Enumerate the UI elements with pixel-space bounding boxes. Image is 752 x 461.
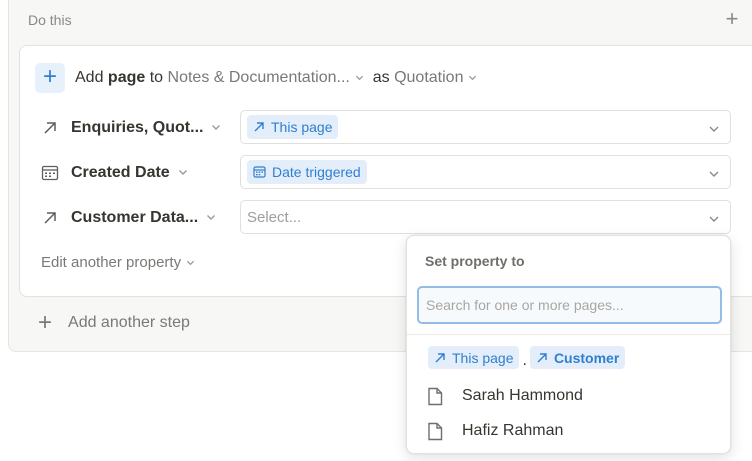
section-title: Do this — [28, 12, 72, 28]
template-name: Quotation — [394, 69, 464, 86]
property-value-customer-data[interactable]: Select... — [240, 200, 731, 234]
action-object: page — [107, 69, 146, 86]
arrow-up-right-icon — [536, 352, 548, 364]
template-select[interactable]: Quotation — [394, 69, 477, 87]
chip-label: This page — [452, 349, 514, 366]
chevron-down-icon — [186, 258, 195, 267]
relation-arrow-icon — [40, 118, 60, 138]
property-value-enquiries[interactable]: This page — [240, 110, 731, 144]
page-option[interactable]: Sarah Hammond — [427, 384, 583, 408]
popup-title: Set property to — [425, 253, 525, 269]
property-path: This page . Customer — [428, 346, 626, 369]
page-icon — [427, 422, 445, 441]
page-option[interactable]: Hafiz Rahman — [427, 419, 563, 443]
property-row-created-date[interactable]: Created Date — [40, 156, 188, 190]
plus-icon[interactable]: + — [35, 63, 65, 93]
chip-label: Date triggered — [272, 164, 361, 180]
calendar-icon — [40, 163, 60, 183]
date-triggered-chip: Date triggered — [247, 160, 367, 184]
this-page-chip: This page — [247, 115, 339, 139]
customer-chip[interactable]: Customer — [529, 346, 626, 369]
chip-label: This page — [271, 119, 333, 135]
path-separator: . — [522, 352, 527, 369]
select-placeholder: Select... — [247, 208, 302, 226]
page-option-label: Sarah Hammond — [462, 387, 583, 404]
page-search-input[interactable] — [417, 286, 722, 324]
add-action-icon[interactable]: + — [722, 8, 742, 30]
set-property-popup: Set property to This page . Customer Sar… — [406, 235, 731, 454]
property-row-enquiries[interactable]: Enquiries, Quot... — [40, 111, 221, 145]
add-page-action: + Add page to Notes & Documentation... a… — [35, 63, 477, 93]
edit-property-label: Edit another property — [41, 254, 182, 271]
property-label: Enquiries, Quot... — [71, 119, 204, 136]
database-select[interactable]: Notes & Documentation... — [168, 69, 364, 87]
chevron-down-icon — [178, 164, 188, 182]
add-another-step-button[interactable]: + Add another step — [38, 309, 190, 336]
edit-another-property-button[interactable]: Edit another property — [41, 254, 195, 271]
this-page-chip[interactable]: This page — [428, 346, 520, 369]
chevron-down-icon — [708, 167, 720, 185]
property-row-customer-data[interactable]: Customer Data... — [40, 201, 216, 235]
calendar-icon — [253, 166, 266, 178]
chevron-down-icon — [355, 73, 364, 82]
relation-arrow-icon — [40, 208, 60, 228]
property-label: Created Date — [71, 164, 170, 181]
database-name: Notes & Documentation... — [167, 69, 350, 86]
chevron-down-icon — [206, 209, 216, 227]
property-value-created-date[interactable]: Date triggered — [240, 155, 731, 189]
plus-icon: + — [38, 309, 53, 336]
property-label: Customer Data... — [71, 209, 199, 226]
divider — [407, 334, 730, 335]
chevron-down-icon — [211, 119, 221, 137]
as-word: as — [372, 69, 390, 86]
action-prep: to — [149, 69, 164, 86]
chevron-down-icon — [708, 122, 720, 140]
page-icon — [427, 387, 445, 406]
add-step-label: Add another step — [68, 314, 190, 331]
page-option-label: Hafiz Rahman — [462, 422, 564, 439]
action-verb: Add — [75, 69, 104, 86]
arrow-up-right-icon — [434, 352, 446, 364]
chevron-down-icon — [468, 73, 477, 82]
chip-label: Customer — [553, 349, 620, 366]
arrow-up-right-icon — [253, 121, 265, 133]
chevron-down-icon — [708, 212, 720, 230]
